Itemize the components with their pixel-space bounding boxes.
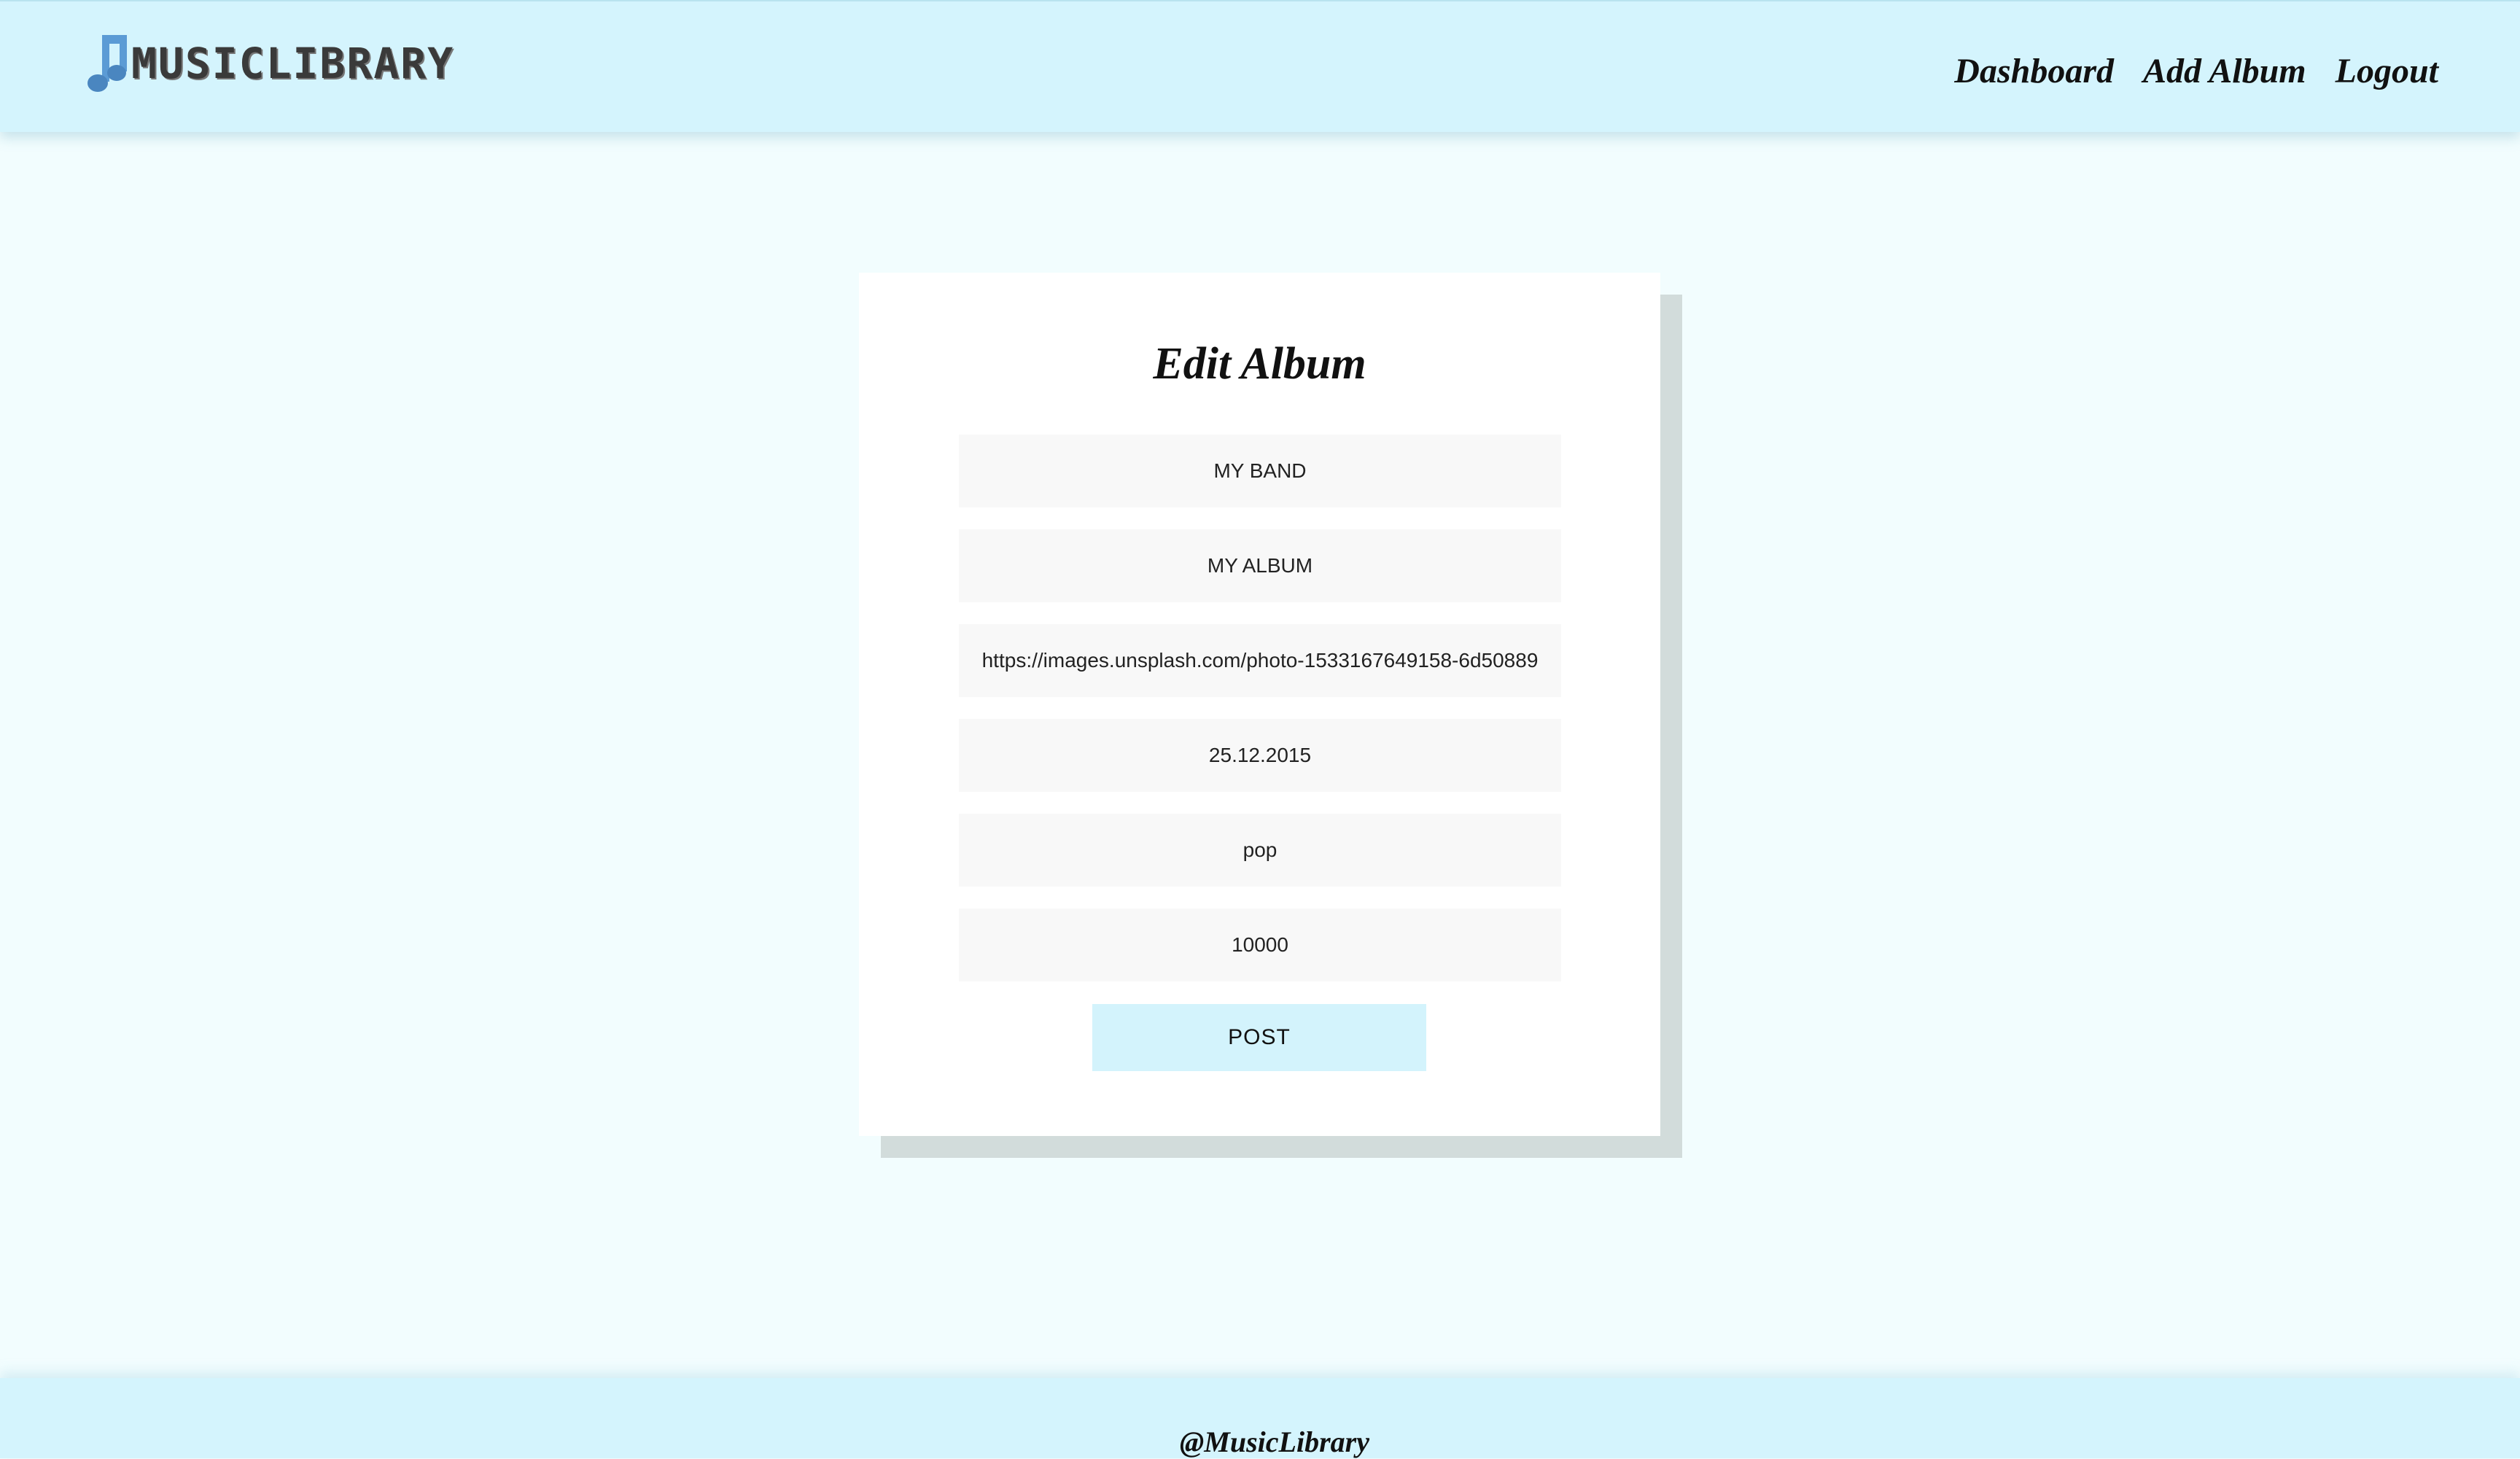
- site-header: MUSICLIBRARY Dashboard Add Album Logout: [0, 0, 2520, 132]
- edit-album-form: Edit Album POST: [859, 273, 1660, 1136]
- nav-add-album-link[interactable]: Add Album: [2143, 51, 2306, 91]
- site-footer: @MusicLibrary: [0, 1378, 2520, 1458]
- album-input[interactable]: [959, 529, 1561, 602]
- image-url-input[interactable]: [959, 624, 1561, 697]
- nav-dashboard-link[interactable]: Dashboard: [1954, 51, 2114, 91]
- post-button[interactable]: POST: [1092, 1004, 1426, 1071]
- band-input[interactable]: [959, 435, 1561, 507]
- music-note-icon: [88, 31, 128, 96]
- sales-input[interactable]: [959, 909, 1561, 981]
- main-nav: Dashboard Add Album Logout: [1954, 51, 2438, 91]
- footer-text: @MusicLibrary: [1180, 1425, 1369, 1458]
- logo[interactable]: MUSICLIBRARY: [88, 31, 454, 96]
- nav-logout-link[interactable]: Logout: [2336, 51, 2438, 91]
- logo-text: MUSICLIBRARY: [131, 39, 455, 88]
- release-date-input[interactable]: [959, 719, 1561, 792]
- genre-input[interactable]: [959, 814, 1561, 887]
- form-title: Edit Album: [1153, 339, 1366, 389]
